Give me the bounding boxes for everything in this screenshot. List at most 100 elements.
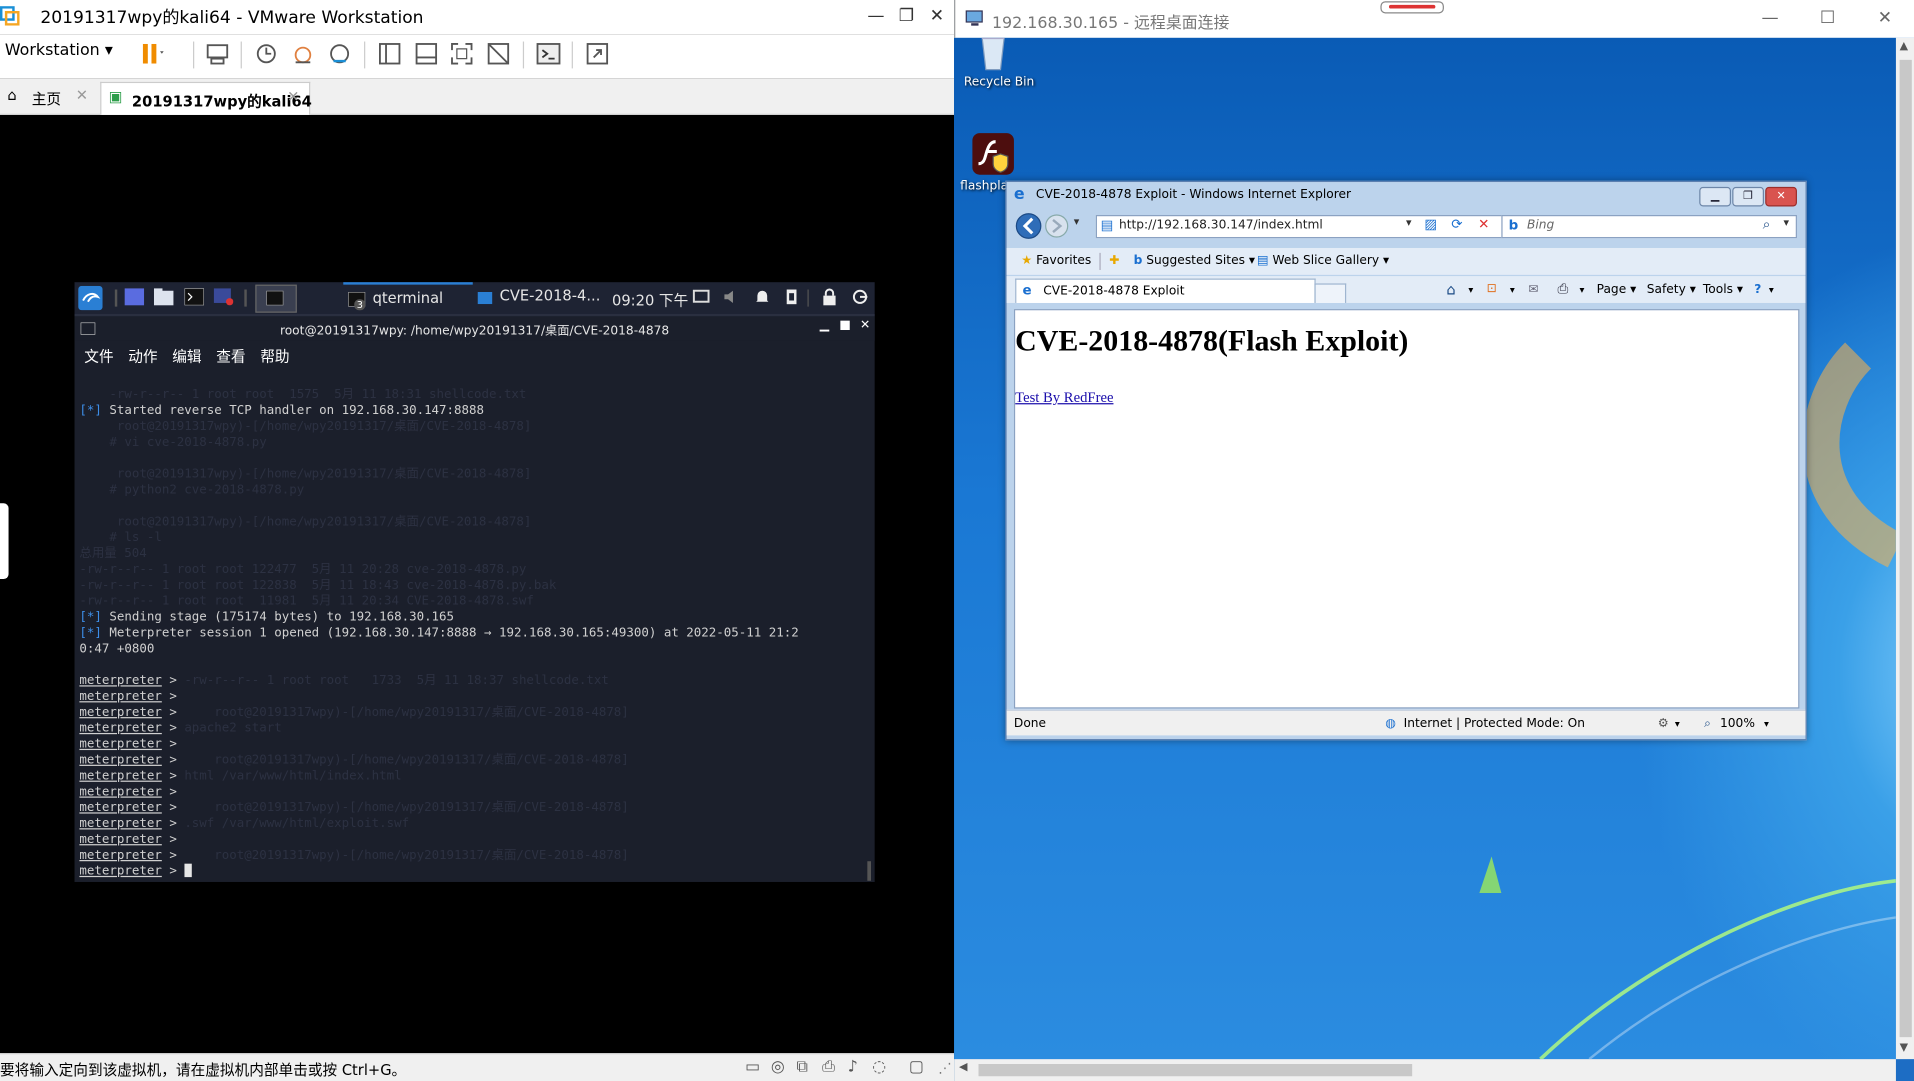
- terminal-titlebar[interactable]: root@20191317wpy: /home/wpy20191317/桌面/C…: [74, 316, 875, 341]
- menu-file[interactable]: 文件: [84, 346, 113, 367]
- device-printer-icon[interactable]: ⎙: [822, 1058, 835, 1076]
- battery-icon[interactable]: [782, 288, 802, 305]
- menu-view[interactable]: 查看: [216, 346, 245, 367]
- close-tab-icon[interactable]: ✕: [76, 87, 88, 104]
- read-mail-icon[interactable]: ✉: [1528, 283, 1538, 296]
- back-icon[interactable]: [1015, 213, 1042, 240]
- connection-bar-pin[interactable]: [1380, 1, 1444, 14]
- vmware-side-handle[interactable]: [0, 503, 9, 580]
- kali-dragon-icon[interactable]: [78, 285, 103, 311]
- tools-menu[interactable]: Tools ▾: [1703, 283, 1743, 296]
- logout-icon[interactable]: [850, 288, 870, 305]
- popup-dropdown-icon[interactable]: ▾: [1675, 718, 1680, 729]
- library-view-icon[interactable]: [376, 40, 403, 67]
- restore-button[interactable]: ❐: [892, 2, 921, 29]
- workspace-switcher[interactable]: [255, 284, 297, 313]
- print-icon[interactable]: ⎙: [1558, 281, 1569, 298]
- add-to-favorites-icon[interactable]: ✚: [1109, 254, 1119, 267]
- rdp-vertical-scrollbar[interactable]: ▲ ▼: [1895, 37, 1914, 1060]
- panel-clock[interactable]: 09:20 下午: [612, 290, 688, 311]
- print-dropdown-icon[interactable]: ▾: [1580, 285, 1585, 296]
- search-options-icon[interactable]: ▾: [1784, 217, 1790, 229]
- rdp-close-button[interactable]: ✕: [1870, 5, 1899, 32]
- search-input[interactable]: Bing: [1527, 219, 1554, 232]
- menu-help[interactable]: 帮助: [260, 346, 289, 367]
- rdp-horizontal-scrollbar[interactable]: ◀: [954, 1059, 1896, 1081]
- favorites-button[interactable]: ★ Favorites: [1021, 254, 1091, 267]
- horizontal-scroll-thumb[interactable]: [978, 1064, 1413, 1077]
- help-icon[interactable]: ?: [1754, 283, 1761, 296]
- refresh-icon[interactable]: ⟳: [1451, 216, 1462, 232]
- suggested-sites-button[interactable]: b Suggested Sites ▾: [1134, 254, 1255, 267]
- browser-launcher-icon[interactable]: [213, 288, 234, 306]
- feeds-icon[interactable]: ⊡: [1487, 282, 1497, 295]
- help-dropdown-icon[interactable]: ▾: [1769, 285, 1774, 296]
- search-icon[interactable]: ⌕: [1763, 216, 1771, 233]
- terminal-output[interactable]: -rw-r--r-- 1 root root 1575 5月 11 18:31 …: [79, 387, 861, 878]
- home-icon[interactable]: ⌂: [1446, 281, 1455, 298]
- pause-icon[interactable]: [138, 40, 165, 67]
- ie-minimize-button[interactable]: ▁: [1699, 186, 1732, 207]
- ie-titlebar[interactable]: e CVE-2018-4878 Exploit - Windows Intern…: [1007, 182, 1806, 209]
- terminal-minimize-button[interactable]: ▁: [820, 319, 829, 332]
- task-folder[interactable]: CVE-2018-4...: [474, 282, 600, 314]
- device-usb-icon[interactable]: ◌: [872, 1058, 886, 1076]
- snapshot-manager-icon[interactable]: [326, 40, 353, 67]
- recycle-bin-icon[interactable]: [971, 37, 1015, 75]
- file-manager-icon[interactable]: [153, 288, 174, 306]
- task-qterminal[interactable]: 3 qterminal: [343, 282, 473, 316]
- device-network-icon[interactable]: ⧉: [796, 1058, 807, 1076]
- address-bar[interactable]: ▤ http://192.168.30.147/index.html ▾ ▨ ⟳…: [1095, 215, 1504, 239]
- page-link[interactable]: Test By RedFree: [1015, 388, 1113, 406]
- zoom-dropdown-icon[interactable]: ▾: [1764, 718, 1769, 729]
- safety-menu[interactable]: Safety ▾: [1647, 283, 1696, 296]
- lock-icon[interactable]: [820, 288, 840, 306]
- send-ctrl-alt-del-icon[interactable]: [204, 40, 231, 67]
- terminal-close-button[interactable]: ✕: [860, 319, 870, 332]
- ie-tab-active[interactable]: e CVE-2018-4878 Exploit: [1015, 278, 1316, 303]
- menu-actions[interactable]: 动作: [128, 346, 157, 367]
- fullscreen-icon[interactable]: [448, 40, 475, 67]
- tab-kali64[interactable]: ▣ 20191317wpy的kali64 ✕: [100, 81, 312, 115]
- ie-restore-button[interactable]: ❐: [1732, 186, 1764, 207]
- rdp-maximize-button[interactable]: ☐: [1813, 5, 1842, 32]
- stop-icon[interactable]: ✕: [1478, 216, 1489, 232]
- new-tab-button[interactable]: [1314, 283, 1347, 303]
- flashplayer-icon[interactable]: [971, 132, 1015, 176]
- ie-close-button[interactable]: ✕: [1765, 186, 1797, 207]
- unity-icon[interactable]: [485, 40, 512, 67]
- scroll-down-icon[interactable]: ▼: [1900, 1042, 1908, 1054]
- home-dropdown-icon[interactable]: ▾: [1468, 285, 1473, 296]
- rdp-minimize-button[interactable]: —: [1755, 5, 1784, 32]
- address-dropdown-icon[interactable]: ▾: [1406, 217, 1412, 229]
- display-icon[interactable]: [691, 288, 711, 305]
- scroll-up-icon[interactable]: ▲: [1900, 40, 1908, 52]
- console-view-icon[interactable]: [535, 40, 562, 67]
- tab-home[interactable]: ⌂ 主页 ✕: [5, 82, 93, 114]
- menu-edit[interactable]: 编辑: [172, 346, 201, 367]
- web-slice-gallery-button[interactable]: ▤ Web Slice Gallery ▾: [1257, 254, 1389, 267]
- stretch-guest-icon[interactable]: [584, 40, 611, 67]
- search-box[interactable]: b Bing ⌕ ▾: [1501, 215, 1797, 239]
- feeds-dropdown-icon[interactable]: ▾: [1510, 285, 1515, 296]
- security-zone[interactable]: Internet | Protected Mode: On: [1404, 717, 1585, 730]
- show-desktop-icon[interactable]: [124, 288, 145, 306]
- device-sound-icon[interactable]: ♪: [848, 1058, 858, 1076]
- volume-icon[interactable]: [722, 288, 742, 305]
- device-hdd-icon[interactable]: ▭: [745, 1058, 760, 1076]
- close-tab-icon[interactable]: ✕: [287, 88, 299, 105]
- page-menu[interactable]: Page ▾: [1597, 283, 1637, 296]
- rdp-titlebar[interactable]: 192.168.30.165 - 远程桌面连接 — ☐ ✕: [954, 0, 1914, 38]
- history-dropdown-icon[interactable]: ▾: [1074, 216, 1080, 228]
- revert-snapshot-icon[interactable]: [290, 40, 317, 67]
- terminal-scrollbar[interactable]: [867, 861, 872, 881]
- workstation-menu[interactable]: Workstation ▾: [5, 42, 113, 60]
- message-log-icon[interactable]: ▢: [909, 1058, 924, 1076]
- resize-grip-icon[interactable]: ⋰: [938, 1060, 951, 1076]
- snapshot-icon[interactable]: [253, 40, 280, 67]
- vertical-scroll-thumb[interactable]: [1899, 59, 1912, 1038]
- address-input[interactable]: http://192.168.30.147/index.html: [1119, 219, 1323, 232]
- zoom-level[interactable]: 100%: [1720, 717, 1755, 730]
- compatibility-view-icon[interactable]: ▨: [1424, 216, 1437, 232]
- vmware-titlebar[interactable]: 20191317wpy的kali64 - VMware Workstation …: [0, 0, 955, 35]
